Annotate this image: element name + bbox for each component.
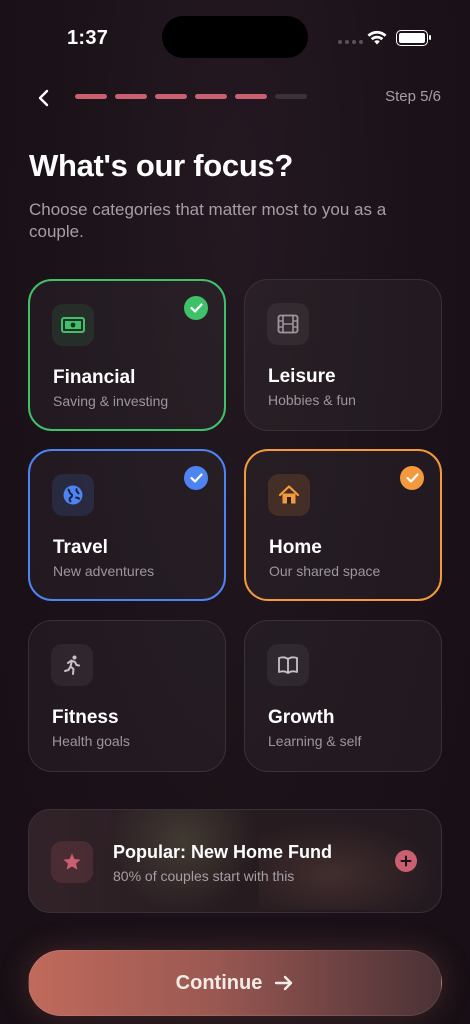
category-card-fitness[interactable]: Fitness Health goals — [28, 620, 226, 772]
category-card-leisure[interactable]: Leisure Hobbies & fun — [244, 279, 442, 431]
film-icon — [267, 303, 309, 345]
continue-button[interactable]: Continue — [28, 950, 442, 1016]
step-label: Step 5/6 — [385, 88, 441, 105]
step-progress — [75, 94, 307, 99]
globe-icon — [52, 474, 94, 516]
wifi-icon — [366, 28, 388, 51]
category-card-growth[interactable]: Growth Learning & self — [244, 620, 442, 772]
progress-segment — [155, 94, 187, 99]
chevron-left-icon — [38, 89, 49, 107]
plus-icon — [400, 855, 412, 867]
category-card-financial[interactable]: Financial Saving & investing — [28, 279, 226, 431]
check-icon — [400, 466, 424, 490]
house-icon — [268, 474, 310, 516]
status-bar: 1:37 — [0, 0, 470, 76]
popular-subtitle: 80% of couples start with this — [113, 868, 295, 884]
book-icon — [267, 644, 309, 686]
status-time: 1:37 — [67, 27, 109, 49]
signal-icon — [338, 40, 363, 44]
category-desc: Learning & self — [268, 733, 362, 749]
category-desc: Health goals — [52, 733, 130, 749]
progress-segment — [115, 94, 147, 99]
page-subtitle: Choose categories that matter most to yo… — [29, 200, 387, 241]
check-icon — [184, 466, 208, 490]
screen: 1:37 Step 5/6 What's our focus? Choose c… — [0, 0, 470, 1024]
category-desc: Saving & investing — [53, 393, 169, 409]
category-name: Financial — [53, 367, 136, 388]
category-name: Travel — [53, 537, 108, 558]
star-icon — [51, 841, 93, 883]
progress-segment — [275, 94, 307, 99]
add-popular-button[interactable] — [395, 850, 417, 872]
back-button[interactable] — [30, 84, 58, 112]
category-desc: Hobbies & fun — [268, 392, 356, 408]
category-desc: New adventures — [53, 563, 155, 579]
category-card-home[interactable]: Home Our shared space — [244, 449, 442, 601]
money-icon — [52, 304, 94, 346]
progress-segment — [75, 94, 107, 99]
page-title: What's our focus? — [29, 148, 294, 183]
category-name: Fitness — [52, 707, 119, 728]
running-icon — [51, 644, 93, 686]
dynamic-island — [162, 16, 308, 58]
category-name: Growth — [268, 707, 335, 728]
category-name: Leisure — [268, 366, 336, 387]
continue-label: Continue — [175, 971, 263, 994]
progress-segment — [195, 94, 227, 99]
check-icon — [184, 296, 208, 320]
arrow-right-icon — [275, 975, 293, 991]
progress-segment — [235, 94, 267, 99]
popular-title: Popular: New Home Fund — [113, 842, 333, 862]
popular-suggestion-card[interactable]: Popular: New Home Fund 80% of couples st… — [28, 809, 442, 913]
category-card-travel[interactable]: Travel New adventures — [28, 449, 226, 601]
category-desc: Our shared space — [269, 563, 381, 579]
category-name: Home — [269, 537, 322, 558]
battery-icon — [396, 30, 431, 46]
